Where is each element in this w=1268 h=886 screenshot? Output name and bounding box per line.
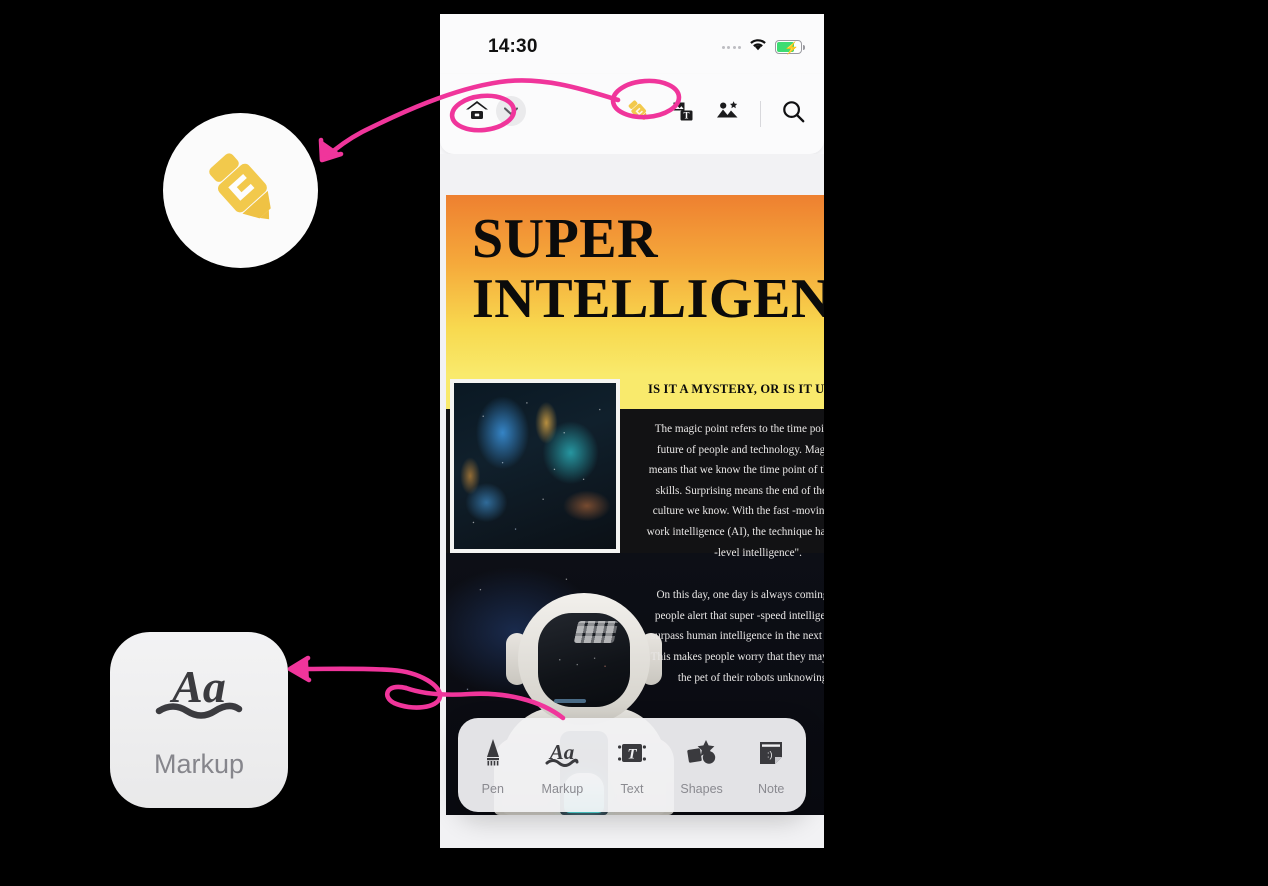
status-time: 14:30 bbox=[488, 36, 538, 57]
sticky-note-icon: :) bbox=[756, 738, 786, 773]
callout-markup-label: Markup bbox=[153, 749, 245, 779]
toolbar-action-icons: T bbox=[625, 98, 806, 129]
status-bar: 14:30 ⚡ bbox=[440, 14, 824, 74]
tool-markup[interactable]: Aa Markup bbox=[531, 738, 593, 796]
wifi-icon bbox=[749, 38, 767, 56]
poster-title-line-2: INTELLIGENCE bbox=[472, 268, 824, 330]
text-icon: T bbox=[616, 738, 648, 773]
poster-title: SUPER INTELLIGENCE bbox=[472, 209, 824, 329]
shapes-icon bbox=[685, 738, 719, 773]
image-magic-icon[interactable] bbox=[715, 99, 740, 128]
callout-highlighter bbox=[163, 113, 318, 268]
home-icon[interactable] bbox=[464, 98, 490, 129]
tool-note[interactable]: :) Note bbox=[740, 738, 802, 796]
tool-text[interactable]: T Text bbox=[601, 738, 663, 796]
poster-body-text: The magic point refers to the time point… bbox=[644, 419, 824, 688]
status-indicators: ⚡ bbox=[721, 38, 805, 56]
svg-text:T: T bbox=[683, 111, 689, 121]
poster-title-line-1: SUPER bbox=[472, 208, 659, 270]
nebula-photo bbox=[450, 379, 620, 553]
tool-label: Note bbox=[757, 782, 785, 796]
poster-paragraph-2: On this day, one day is always coming. S… bbox=[650, 589, 824, 684]
screenshot-stage: 14:30 ⚡ T SUPER INTELLIGEN IS IT A MYSTE… bbox=[0, 0, 1268, 886]
highlighter-icon bbox=[198, 145, 284, 236]
markup-icon: Aa bbox=[147, 660, 251, 727]
chevron-down-icon[interactable] bbox=[496, 96, 526, 126]
search-icon[interactable] bbox=[781, 99, 806, 129]
app-toolbar: T bbox=[440, 74, 824, 154]
poster-header: SUPER INTELLIGENCE bbox=[446, 195, 824, 375]
tool-label: Pen bbox=[481, 782, 504, 796]
highlighter-icon[interactable] bbox=[625, 98, 651, 129]
signal-dots-icon bbox=[721, 45, 741, 49]
callout-markup: Aa Markup bbox=[110, 632, 288, 808]
svg-text::): :) bbox=[767, 750, 773, 760]
image-to-text-icon[interactable]: T bbox=[671, 99, 695, 128]
tool-shapes[interactable]: Shapes bbox=[671, 738, 733, 796]
toolbar-divider bbox=[760, 100, 761, 127]
tool-label: Shapes bbox=[680, 782, 723, 796]
tool-label: Markup bbox=[541, 782, 584, 796]
document-canvas[interactable]: SUPER INTELLIGENCE IS IT A MYSTERY, OR I… bbox=[440, 154, 824, 848]
tool-label: Text bbox=[620, 782, 644, 796]
battery-charging-icon: ⚡ bbox=[775, 40, 805, 55]
poster-paragraph-1: The magic point refers to the time point… bbox=[646, 423, 824, 559]
poster-subtitle: IS IT A MYSTERY, OR IS IT URGENT? bbox=[648, 382, 824, 396]
svg-text:T: T bbox=[627, 747, 637, 763]
markup-icon: Aa bbox=[542, 738, 582, 773]
markup-tool-bar: Pen Aa Markup T Text Shapes:) Note bbox=[458, 718, 806, 812]
phone-frame: 14:30 ⚡ T SUPER INTELLIGEN IS IT A MYSTE… bbox=[440, 14, 824, 848]
tool-pen[interactable]: Pen bbox=[462, 738, 524, 796]
pen-icon bbox=[479, 738, 507, 773]
